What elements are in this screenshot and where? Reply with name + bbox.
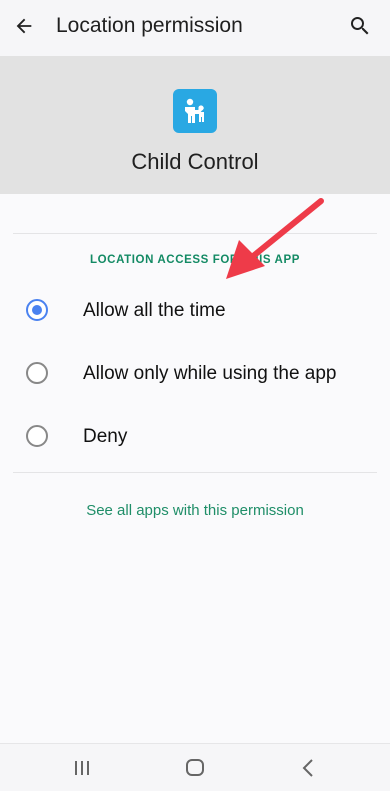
section-header: LOCATION ACCESS FOR THIS APP <box>90 254 300 266</box>
see-all-apps-link[interactable]: See all apps with this permission <box>0 502 390 519</box>
search-icon <box>351 17 369 35</box>
option-allow-all-the-time[interactable]: Allow all the time <box>0 280 390 340</box>
navigation-bar <box>0 743 390 791</box>
recents-button[interactable] <box>62 756 102 780</box>
home-icon <box>186 759 204 776</box>
screen: Location permission Child Control LOCATI… <box>0 0 390 791</box>
nav-back-icon <box>302 759 313 777</box>
option-label: Deny <box>83 426 128 447</box>
divider-bottom <box>13 472 377 473</box>
search-button[interactable] <box>344 8 376 44</box>
recents-icon <box>75 761 89 775</box>
divider-top <box>13 233 377 234</box>
arrow-back-icon <box>16 18 32 34</box>
option-label: Allow only while using the app <box>83 363 337 384</box>
home-button[interactable] <box>175 756 215 780</box>
app-header: Child Control <box>0 56 390 194</box>
option-allow-while-using[interactable]: Allow only while using the app <box>0 343 390 403</box>
child-control-app-icon <box>173 89 217 133</box>
radio-button[interactable] <box>26 425 48 447</box>
radio-button-checked[interactable] <box>26 299 48 321</box>
back-button[interactable] <box>8 8 40 44</box>
app-bar: Location permission <box>0 0 390 56</box>
nav-back-button[interactable] <box>288 756 328 780</box>
option-deny[interactable]: Deny <box>0 406 390 466</box>
page-title: Location permission <box>56 14 243 37</box>
radio-button[interactable] <box>26 362 48 384</box>
app-name: Child Control <box>131 149 259 174</box>
option-label: Allow all the time <box>83 300 226 321</box>
